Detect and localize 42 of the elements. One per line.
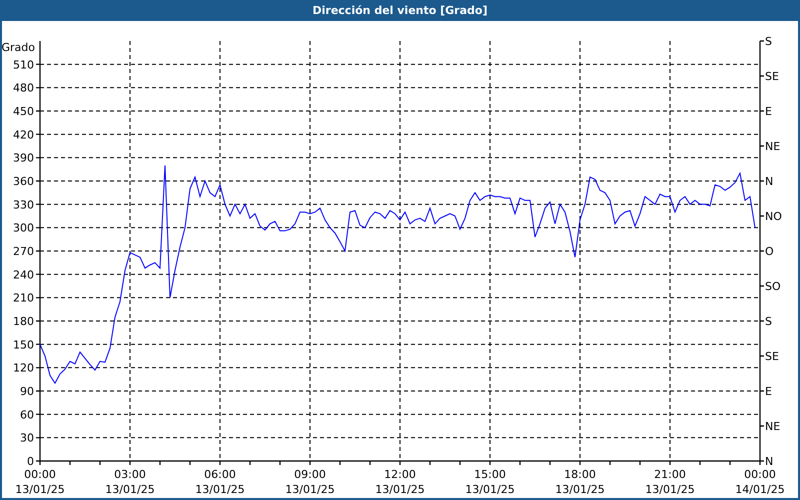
axis-label: SO bbox=[765, 280, 781, 293]
axis-label: 00:00 14/01/25 bbox=[735, 468, 785, 496]
axis-label: 18:00 13/01/25 bbox=[555, 468, 605, 496]
axis-label: SE bbox=[765, 70, 779, 83]
axis-label: 0 bbox=[27, 455, 34, 468]
axis-label: 09:00 13/01/25 bbox=[285, 468, 335, 496]
axis-label: 270 bbox=[13, 245, 34, 258]
axis-label: E bbox=[765, 105, 772, 118]
axis-label: 12:00 13/01/25 bbox=[375, 468, 425, 496]
axis-label: NO bbox=[765, 210, 782, 223]
axis-label: 390 bbox=[13, 152, 34, 165]
axis-label: 15:00 13/01/25 bbox=[465, 468, 515, 496]
axis-label: E bbox=[765, 385, 772, 398]
axis-label: 450 bbox=[13, 105, 34, 118]
axis-label: 210 bbox=[13, 292, 34, 305]
axis-label: 420 bbox=[13, 128, 34, 142]
axis-label: SE bbox=[765, 350, 779, 363]
axis-label: 21:00 13/01/25 bbox=[645, 468, 695, 496]
axis-label: 360 bbox=[13, 175, 34, 188]
window-title: Dirección del viento [Grado] bbox=[2, 0, 798, 21]
axis-label: 300 bbox=[13, 222, 34, 235]
axis-label: 510 bbox=[13, 58, 34, 72]
axis-label: 30 bbox=[20, 432, 34, 445]
axis-label: O bbox=[765, 245, 774, 258]
axis-label: S bbox=[765, 315, 772, 328]
axis-label: NE bbox=[765, 420, 780, 433]
axis-label: 180 bbox=[13, 315, 34, 328]
axis-label: 120 bbox=[13, 362, 34, 375]
axis-label: S bbox=[765, 35, 772, 48]
axis-title: Grado bbox=[2, 41, 35, 54]
axis-label: 90 bbox=[20, 385, 34, 398]
axis-label: 150 bbox=[13, 338, 34, 352]
axis-label: 00:00 13/01/25 bbox=[15, 468, 65, 496]
axis-label: NE bbox=[765, 140, 780, 153]
axis-label: 06:00 13/01/25 bbox=[195, 468, 245, 496]
axis-label: 480 bbox=[13, 82, 34, 95]
axis-label: 240 bbox=[13, 268, 34, 282]
axis-label: N bbox=[765, 455, 774, 468]
axis-label: N bbox=[765, 175, 774, 188]
axis-label: 60 bbox=[20, 408, 34, 422]
axis-label: 330 bbox=[13, 198, 34, 212]
axis-label: 03:00 13/01/25 bbox=[105, 468, 155, 496]
